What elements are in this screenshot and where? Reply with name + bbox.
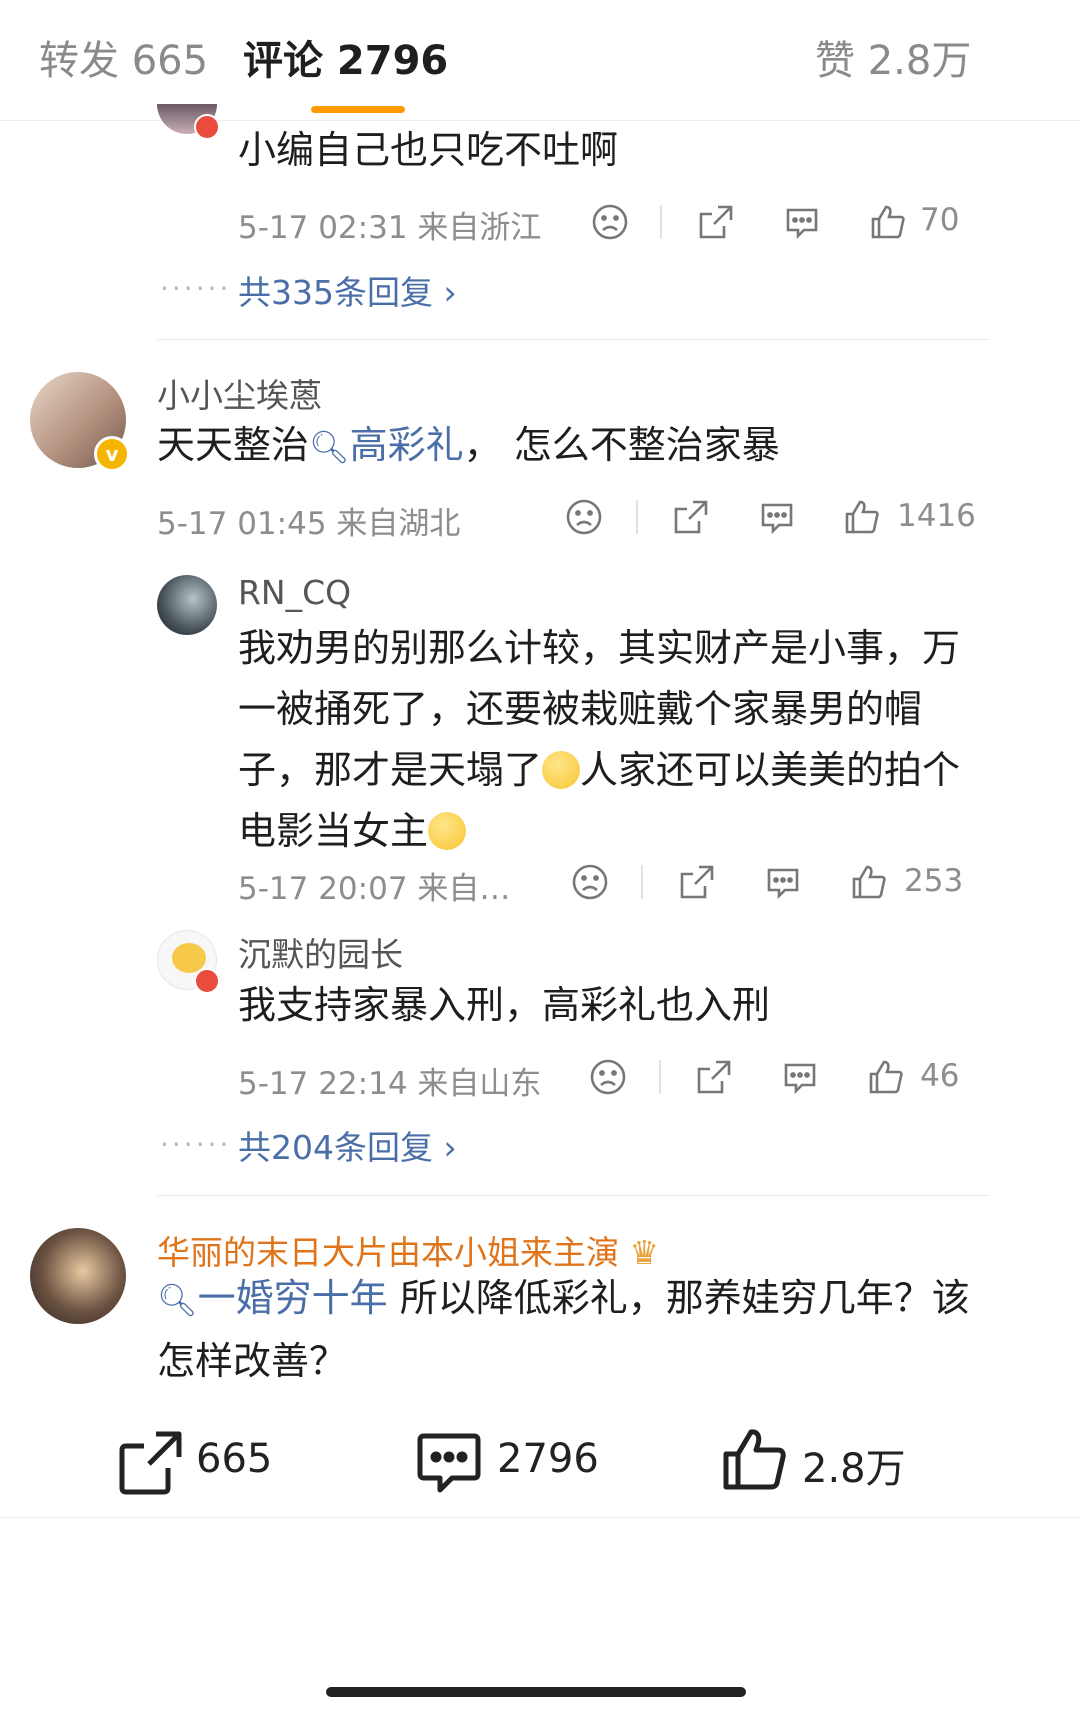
comment-time-location: 5-17 01:45 来自湖北 bbox=[157, 506, 461, 542]
comment-divider bbox=[157, 1195, 988, 1196]
active-tab-indicator bbox=[311, 106, 405, 113]
tab-likes[interactable]: 赞 2.8万 bbox=[815, 34, 971, 88]
replies-dots: ······ bbox=[160, 272, 232, 305]
avatar[interactable] bbox=[30, 1228, 126, 1324]
comment-tabs-header: 转发 665 评论 2796 赞 2.8万 bbox=[0, 0, 1080, 121]
repost-count[interactable]: 665 bbox=[196, 1436, 272, 1482]
tab-repost[interactable]: 转发 665 bbox=[39, 34, 208, 88]
comment-icon[interactable] bbox=[780, 1057, 820, 1097]
share-icon[interactable] bbox=[116, 1428, 186, 1498]
more-replies-link[interactable]: 共204条回复 › bbox=[238, 1121, 457, 1169]
divider bbox=[659, 1060, 661, 1094]
dislike-icon[interactable] bbox=[590, 202, 630, 242]
username[interactable]: 小小尘埃蒽 bbox=[157, 369, 322, 417]
comment-count[interactable]: 2796 bbox=[497, 1436, 599, 1482]
like-count: 1416 bbox=[897, 498, 976, 534]
topic-link[interactable]: 🔍︎高彩礼 bbox=[309, 423, 464, 467]
comment-icon[interactable] bbox=[782, 202, 822, 242]
tab-comments[interactable]: 评论 2796 bbox=[243, 34, 448, 88]
comment-time-location: 5-17 02:31 来自浙江 bbox=[238, 210, 542, 246]
topic-link[interactable]: 🔍︎一婚穷十年 bbox=[157, 1276, 388, 1320]
reply-text: 我支持家暴入刑，高彩礼也入刑 bbox=[238, 983, 771, 1027]
crown-badge-icon: ♛ bbox=[629, 1233, 660, 1272]
home-indicator[interactable] bbox=[326, 1687, 746, 1697]
comment-icon[interactable] bbox=[763, 862, 803, 902]
divider bbox=[660, 205, 662, 239]
replies-dots: ······ bbox=[160, 1128, 232, 1161]
comment-text-prefix: 天天整治 bbox=[157, 423, 310, 467]
like-count: 253 bbox=[904, 863, 964, 899]
like-count: 70 bbox=[920, 202, 960, 238]
badge-icon bbox=[194, 968, 220, 994]
reply-time-location: 5-17 22:14 来自山东 bbox=[238, 1066, 542, 1102]
more-replies-link[interactable]: 共335条回复 › bbox=[238, 266, 457, 314]
username[interactable]: 华丽的末日大片由本小姐来主演 ♛ bbox=[157, 1226, 659, 1274]
username[interactable]: 沉默的园长 bbox=[238, 928, 403, 976]
badge-icon bbox=[194, 114, 220, 140]
comment-divider bbox=[157, 339, 988, 340]
comment-text: 天天整治🔍︎高彩礼， 怎么不整治家暴 bbox=[157, 415, 977, 478]
share-icon[interactable] bbox=[694, 1057, 734, 1097]
comment-text: 小编自己也只吃不吐啊 bbox=[238, 128, 619, 172]
search-topic-icon: 🔍︎ bbox=[157, 1281, 198, 1319]
like-icon[interactable] bbox=[866, 1057, 906, 1097]
username[interactable]: RN_CQ bbox=[238, 573, 351, 612]
like-count[interactable]: 2.8万 bbox=[802, 1436, 906, 1494]
comment-icon[interactable] bbox=[414, 1428, 484, 1498]
smile-emoji-icon bbox=[428, 812, 467, 850]
search-topic-icon: 🔍︎ bbox=[309, 428, 350, 466]
dislike-icon[interactable] bbox=[570, 862, 610, 902]
like-icon[interactable] bbox=[720, 1424, 790, 1494]
like-icon[interactable] bbox=[849, 862, 889, 902]
reply-time-location: 5-17 20:07 来自… bbox=[238, 871, 511, 907]
reply-text: 我劝男的别那么计较，其实财产是小事，万一被捅死了，还要被栽赃戴个家暴男的帽子，那… bbox=[238, 618, 963, 862]
share-icon[interactable] bbox=[677, 862, 717, 902]
comment-text: 🔍︎一婚穷十年 所以降低彩礼，那养娃穷几年？该怎样改善？ bbox=[157, 1268, 977, 1392]
more-replies-label: 共335条回复 bbox=[238, 273, 433, 312]
like-icon[interactable] bbox=[842, 497, 882, 537]
divider bbox=[636, 500, 638, 534]
topic-label: 一婚穷十年 bbox=[197, 1276, 388, 1320]
like-count: 46 bbox=[920, 1058, 960, 1094]
topic-label: 高彩礼 bbox=[349, 423, 464, 467]
dislike-icon[interactable] bbox=[564, 497, 604, 537]
comment-text-suffix: ， 怎么不整治家暴 bbox=[463, 423, 780, 467]
share-icon[interactable] bbox=[671, 497, 711, 537]
divider bbox=[641, 865, 643, 899]
more-replies-label: 共204条回复 bbox=[238, 1128, 433, 1167]
comment-icon[interactable] bbox=[757, 497, 797, 537]
share-icon[interactable] bbox=[696, 202, 736, 242]
verified-badge-icon: v bbox=[94, 436, 130, 472]
dislike-icon[interactable] bbox=[588, 1057, 628, 1097]
username-label: 华丽的末日大片由本小姐来主演 bbox=[157, 1233, 619, 1272]
chevron-right-icon: › bbox=[443, 1128, 457, 1167]
thinking-emoji-icon bbox=[542, 751, 581, 789]
chevron-right-icon: › bbox=[443, 273, 457, 312]
avatar[interactable] bbox=[157, 575, 217, 635]
like-icon[interactable] bbox=[868, 202, 908, 242]
bottom-action-bar bbox=[0, 1517, 1080, 1715]
